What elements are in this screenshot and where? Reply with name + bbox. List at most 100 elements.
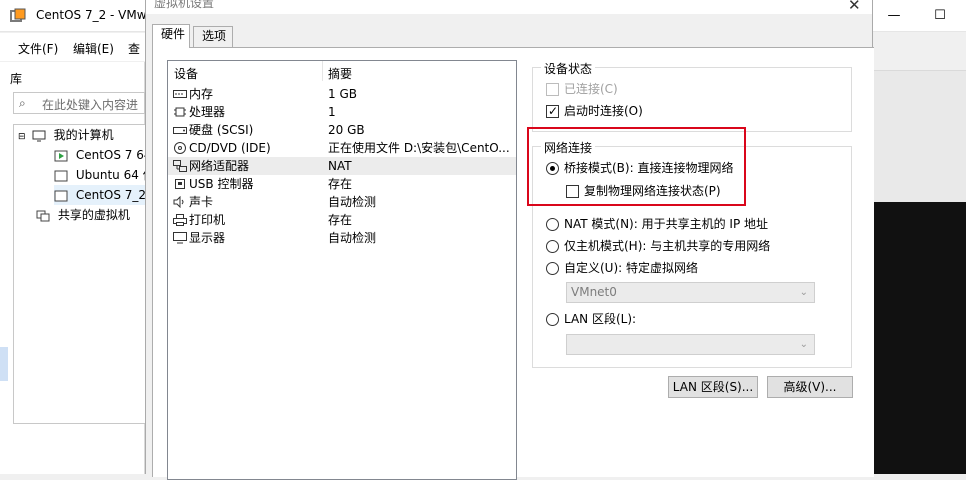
tree-item-label: 我的计算机 <box>53 128 114 142</box>
column-device[interactable]: 设备 <box>174 65 198 82</box>
search-icon: ⌕ <box>19 96 26 110</box>
device-list[interactable]: 设备 摘要 内存 1 GB 处理器 1 硬盘 (SCSI) 20 GB CD/D… <box>167 60 517 480</box>
sound-icon <box>173 196 184 208</box>
checkbox-box[interactable] <box>546 83 559 96</box>
library-search-input[interactable]: ⌕ 在此处键入内容进 <box>13 92 145 114</box>
right-info-area <box>873 70 966 202</box>
device-name: 硬盘 (SCSI) <box>189 123 254 137</box>
device-summary: 存在 <box>328 177 353 191</box>
device-name: 网络适配器 <box>189 159 250 173</box>
device-summary: 1 GB <box>328 87 357 101</box>
radio-dot[interactable] <box>546 262 559 275</box>
device-status-group: 设备状态 已连接(C) ✓ 启动时连接(O) <box>532 60 852 132</box>
device-summary: 正在使用文件 D:\安装包\CentO... <box>328 141 510 155</box>
menu-view[interactable]: 查 <box>128 40 140 57</box>
device-row-hard-disk[interactable]: 硬盘 (SCSI) 20 GB <box>168 121 516 139</box>
vm-icon <box>54 190 68 201</box>
advanced-button[interactable]: 高级(V)... <box>767 376 853 398</box>
chevron-down-icon: ⌄ <box>799 339 808 350</box>
device-row-processor[interactable]: 处理器 1 <box>168 103 516 121</box>
device-row-display[interactable]: 显示器 自动检测 <box>168 229 516 247</box>
device-name: 内存 <box>189 87 214 101</box>
device-row-usb-controller[interactable]: USB 控制器 存在 <box>168 175 516 193</box>
tree-item-centos7-2[interactable]: CentOS 7_2 <box>54 185 145 205</box>
main-menubar: 文件(F) 编辑(E) 查 <box>0 33 145 61</box>
device-name: 处理器 <box>189 105 226 119</box>
tree-item-centos7-64[interactable]: CentOS 7 64 <box>54 145 145 165</box>
tree-item-ubuntu-64[interactable]: Ubuntu 64 位 <box>54 165 145 185</box>
close-icon[interactable]: ✕ <box>848 0 861 14</box>
device-summary: 20 GB <box>328 123 365 137</box>
main-window-right-area <box>873 0 966 474</box>
dialog-title: 虚拟机设置 <box>154 0 215 10</box>
dialog-titlebar: 虚拟机设置 ✕ <box>146 0 872 14</box>
display-icon <box>173 232 187 244</box>
device-row-memory[interactable]: 内存 1 GB <box>168 85 516 103</box>
shared-vm-icon <box>36 210 50 221</box>
device-row-cd-dvd[interactable]: CD/DVD (IDE) 正在使用文件 D:\安装包\CentO... <box>168 139 516 157</box>
chevron-down-icon: ⌄ <box>799 287 808 298</box>
vmware-app-icon <box>10 8 26 22</box>
usb-icon <box>175 179 185 189</box>
device-name: USB 控制器 <box>189 177 254 191</box>
hardware-tab-panel: 设备 摘要 内存 1 GB 处理器 1 硬盘 (SCSI) 20 GB CD/D… <box>152 47 874 480</box>
lan-segment-select[interactable]: ⌄ <box>566 334 815 355</box>
vm-settings-dialog: 虚拟机设置 ✕ 硬件 选项 设备 摘要 内存 1 GB 处理器 1 硬盘 (SC… <box>145 0 874 480</box>
vm-console-area[interactable] <box>873 202 966 474</box>
main-window-title: CentOS 7_2 - VMw <box>36 8 147 22</box>
radio-dot[interactable] <box>546 240 559 253</box>
printer-icon <box>173 214 187 226</box>
custom-network-label: 自定义(U): 特定虚拟网络 <box>564 261 699 275</box>
cd-icon <box>174 142 186 154</box>
device-list-header: 设备 摘要 <box>168 61 516 83</box>
tree-item-shared-vms[interactable]: 共享的虚拟机 <box>36 205 130 225</box>
lan-segments-button[interactable]: LAN 区段(S)... <box>668 376 758 398</box>
custom-network-value: VMnet0 <box>571 285 617 299</box>
connect-at-power-on-label: 启动时连接(O) <box>564 104 643 118</box>
device-row-printer[interactable]: 打印机 存在 <box>168 211 516 229</box>
monitor-icon <box>32 130 46 141</box>
tree-item-label: CentOS 7 64 <box>75 148 145 162</box>
device-summary: 自动检测 <box>328 195 377 209</box>
tree-item-label: CentOS 7_2 <box>75 188 145 202</box>
radio-dot[interactable] <box>546 218 559 231</box>
tree-item-my-computer[interactable]: ⊟ 我的计算机 <box>18 125 114 145</box>
library-panel: 库 ⌕ 在此处键入内容进 ⊟ 我的计算机 CentOS 7 64 Ubuntu … <box>0 62 145 474</box>
column-summary[interactable]: 摘要 <box>328 65 352 82</box>
device-summary: 自动检测 <box>328 231 377 245</box>
custom-network-select[interactable]: VMnet0 ⌄ <box>566 282 815 303</box>
device-name: 声卡 <box>189 195 214 209</box>
checkbox-box[interactable]: ✓ <box>546 104 559 118</box>
vm-icon <box>54 170 68 181</box>
device-status-title: 设备状态 <box>541 60 596 77</box>
device-name: 显示器 <box>189 231 226 245</box>
disk-icon <box>173 127 187 134</box>
tab-options[interactable]: 选项 <box>193 26 233 47</box>
collapse-icon[interactable]: ⊟ <box>18 127 28 147</box>
device-row-sound-card[interactable]: 声卡 自动检测 <box>168 193 516 211</box>
library-left-edge <box>0 347 8 381</box>
nat-mode-label: NAT 模式(N): 用于共享主机的 IP 地址 <box>564 217 769 231</box>
library-header: 库 <box>10 72 23 86</box>
library-search-placeholder: 在此处键入内容进 <box>42 98 139 112</box>
library-tree: ⊟ 我的计算机 CentOS 7 64 Ubuntu 64 位 CentOS 7… <box>13 124 145 424</box>
connected-label: 已连接(C) <box>564 82 618 96</box>
device-row-network-adapter[interactable]: 网络适配器 NAT <box>168 157 516 175</box>
device-summary: 1 <box>328 105 336 119</box>
right-toolbar-area <box>873 32 966 70</box>
tree-item-label: 共享的虚拟机 <box>57 208 130 222</box>
host-only-label: 仅主机模式(H): 与主机共享的专用网络 <box>564 239 771 253</box>
tree-item-label: Ubuntu 64 位 <box>75 168 145 182</box>
check-icon: ✓ <box>547 104 559 118</box>
cpu-icon <box>174 107 186 117</box>
tab-hardware[interactable]: 硬件 <box>152 24 190 48</box>
menu-file[interactable]: 文件(F) <box>18 40 58 57</box>
radio-dot[interactable] <box>546 313 559 326</box>
device-name: 打印机 <box>189 213 226 227</box>
vm-running-icon <box>54 150 68 161</box>
device-name: CD/DVD (IDE) <box>189 141 271 155</box>
menu-edit[interactable]: 编辑(E) <box>73 40 114 57</box>
annotation-highlight-box <box>527 127 746 206</box>
network-icon <box>173 160 187 172</box>
column-separator[interactable] <box>322 61 323 81</box>
